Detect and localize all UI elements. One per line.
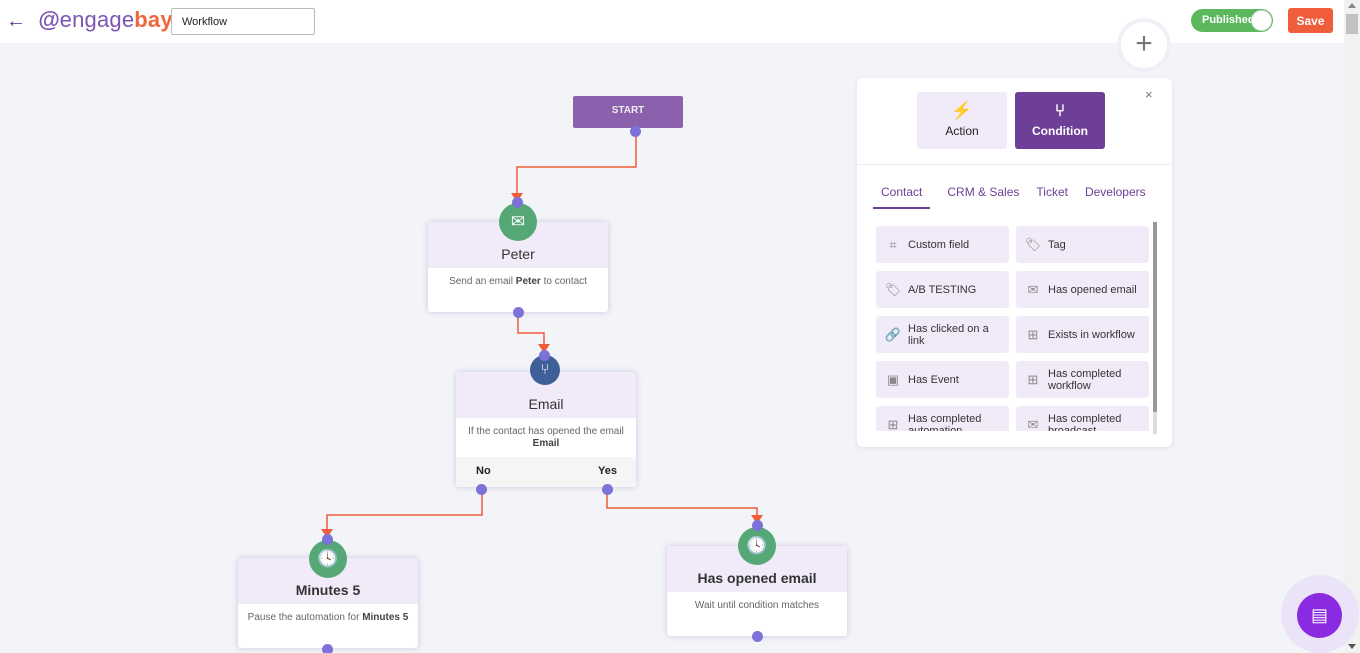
calendar-check-icon: ▣	[886, 371, 900, 387]
close-icon[interactable]: ×	[1145, 87, 1153, 102]
node-input-port[interactable]	[752, 520, 763, 531]
connector-yes-opened	[606, 489, 758, 519]
scrollbar-thumb[interactable]	[1153, 222, 1157, 412]
condition-has-opened-email[interactable]: ✉ Has opened email	[1016, 271, 1149, 308]
item-label: Exists in workflow	[1048, 328, 1135, 341]
action-label: Action	[945, 124, 979, 138]
node-description: Wait until condition matches	[694, 600, 820, 611]
connector-no-minutes	[326, 489, 483, 533]
item-label: A/B TESTING	[908, 283, 977, 296]
action-type-button[interactable]: ⚡ Action	[917, 92, 1007, 149]
condition-has-completed-workflow[interactable]: ⊞ Has completed workflow	[1016, 361, 1149, 398]
branch-yes-label: Yes	[598, 465, 617, 477]
tab-crm-sales[interactable]: CRM & Sales	[947, 185, 1019, 209]
item-label: Custom field	[908, 238, 970, 251]
item-label: Has Event	[908, 373, 959, 386]
condition-exists-in-workflow[interactable]: ⊞ Exists in workflow	[1016, 316, 1149, 353]
node-description: Send an email Peter to contact	[449, 276, 587, 287]
divider	[857, 164, 1172, 165]
page-scrollbar[interactable]	[1344, 0, 1360, 653]
scrollbar-thumb[interactable]	[1346, 14, 1358, 34]
node-output-port[interactable]	[513, 307, 524, 318]
condition-has-completed-broadcast[interactable]: ✉ Has completed broadcast	[1016, 406, 1149, 431]
envelope-icon: ✉	[1027, 281, 1039, 297]
start-node[interactable]: START	[573, 96, 683, 128]
condition-has-event[interactable]: ▣ Has Event	[876, 361, 1009, 398]
crop-icon: ⌗	[889, 236, 897, 252]
clock-icon: 🕓	[738, 527, 776, 565]
branch-labels: No Yes	[456, 457, 636, 487]
sitemap-icon: ⊞	[1027, 326, 1039, 342]
connector-start-peter	[516, 131, 637, 197]
link-icon: 🔗	[884, 326, 902, 342]
sitemap-icon: ⊞	[887, 416, 899, 432]
yes-output-port[interactable]	[602, 484, 613, 495]
node-description: If the contact has opened the email Emai…	[468, 426, 624, 449]
item-label: Has opened email	[1048, 283, 1137, 296]
scroll-down-icon[interactable]	[1348, 644, 1356, 649]
condition-has-clicked-link[interactable]: 🔗 Has clicked on a link	[876, 316, 1009, 353]
tab-ticket[interactable]: Ticket	[1036, 185, 1068, 209]
condition-list-scrollbar[interactable]	[1153, 222, 1157, 434]
condition-tabs: Contact CRM & Sales Ticket Developers	[873, 185, 1163, 209]
chat-widget: ▤	[1281, 575, 1359, 653]
no-output-port[interactable]	[476, 484, 487, 495]
tab-contact[interactable]: Contact	[873, 185, 931, 209]
condition-ab-testing[interactable]: 🏷 A/B TESTING	[876, 271, 1009, 308]
item-label: Has clicked on a link	[908, 322, 989, 347]
add-node-button[interactable]: +	[1117, 18, 1171, 72]
branch-icon: ⑂	[1054, 101, 1066, 120]
scroll-up-icon[interactable]	[1348, 3, 1356, 8]
condition-has-completed-automation[interactable]: ⊞ Has completed automation	[876, 406, 1009, 431]
condition-type-button[interactable]: ⑂ Condition	[1015, 92, 1105, 149]
condition-custom-field[interactable]: ⌗ Custom field	[876, 226, 1009, 263]
bolt-icon: ⚡	[951, 101, 973, 120]
branch-no-label: No	[476, 465, 491, 477]
start-output-port[interactable]	[630, 126, 641, 137]
envelope-icon: ✉	[499, 203, 537, 241]
node-output-port[interactable]	[752, 631, 763, 642]
condition-label: Condition	[1032, 124, 1088, 138]
node-input-port[interactable]	[322, 534, 333, 545]
workflow-node-email-condition[interactable]: Email If the contact has opened the emai…	[456, 372, 636, 487]
condition-list: ⌗ Custom field 🏷 Tag 🏷 A/B TESTING ✉ Has ope…	[876, 226, 1150, 431]
clock-icon: 🕓	[309, 540, 347, 578]
node-description: Pause the automation for Minutes 5	[247, 612, 409, 623]
item-label: Has completed workflow	[1048, 367, 1122, 392]
condition-tag[interactable]: 🏷 Tag	[1016, 226, 1149, 263]
tab-developers[interactable]: Developers	[1085, 185, 1146, 209]
item-label: Has completed broadcast	[1048, 412, 1122, 432]
sitemap-icon: ⊞	[1027, 371, 1039, 387]
item-label: Has completed automation	[908, 412, 982, 432]
node-output-port[interactable]	[322, 644, 333, 653]
node-input-port[interactable]	[539, 350, 550, 361]
tag-icon: 🏷	[884, 281, 902, 297]
chat-icon[interactable]: ▤	[1297, 593, 1342, 638]
tag-icon: 🏷	[1024, 236, 1042, 252]
envelope-icon: ✉	[1027, 416, 1039, 432]
node-input-port[interactable]	[512, 197, 523, 208]
item-label: Tag	[1048, 238, 1066, 251]
add-step-panel: × ⚡ Action ⑂ Condition Contact CRM & Sal…	[857, 78, 1172, 447]
